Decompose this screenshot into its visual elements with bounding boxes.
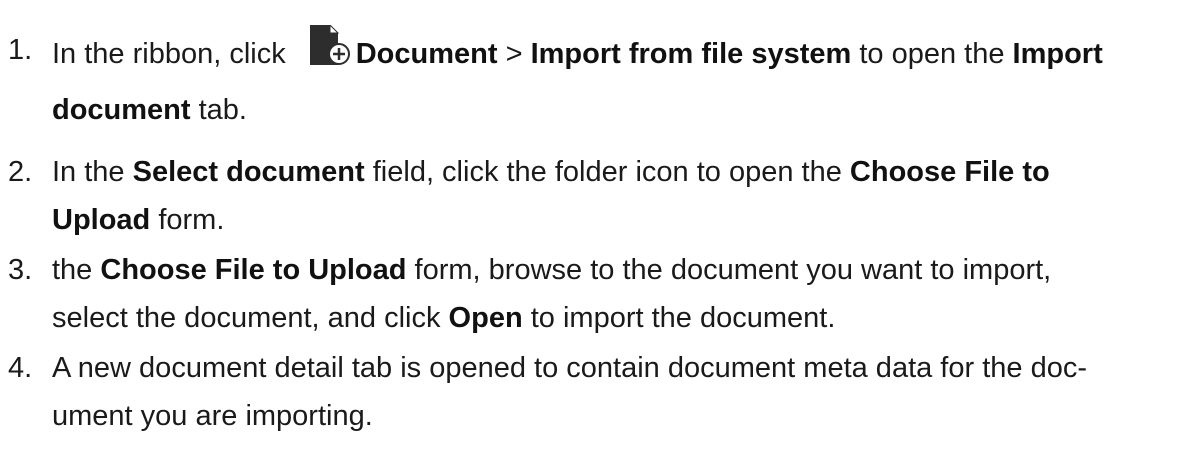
- step-line: the Choose File to Upload form, browse t…: [52, 246, 1172, 294]
- step-line: Upload form.: [52, 196, 1172, 244]
- step-line: ument you are importing.: [52, 392, 1172, 440]
- import-from-file-system-label: Import from file system: [530, 38, 852, 70]
- step-text-segment: A new document detail tab is opened to c…: [52, 352, 1087, 384]
- step-text: A new document detail tab is opened to c…: [52, 344, 1172, 440]
- step-text-segment: form, browse to the document you want to…: [406, 254, 1052, 286]
- step-text: In the Select document field, click the …: [52, 148, 1172, 244]
- document-add-icon: [308, 25, 350, 69]
- step-number: 4.: [8, 352, 33, 384]
- step-text-segment: to import the document.: [522, 302, 836, 334]
- step-text-segment: field, click the folder icon to open the: [364, 156, 850, 188]
- step-text-segment: ument you are importing.: [52, 400, 373, 432]
- step-text: the Choose File to Upload form, browse t…: [52, 246, 1172, 342]
- step-line: document tab.: [52, 86, 1172, 134]
- step-number: 1.: [8, 34, 33, 66]
- step-text-segment: to open the: [851, 38, 1013, 70]
- step-text-segment: form.: [150, 204, 225, 236]
- step-line: select the document, and click Open to i…: [52, 294, 1172, 342]
- import-tab-label: Import: [1012, 38, 1103, 70]
- choose-file-label-cont: Upload: [52, 204, 151, 236]
- choose-file-form-label: Choose File to Upload: [100, 254, 407, 286]
- step-text-segment: In the ribbon, click: [52, 38, 286, 70]
- ribbon-document-label: Document: [355, 38, 498, 70]
- select-document-label: Select document: [132, 156, 365, 188]
- choose-file-label: Choose File to: [849, 156, 1050, 188]
- step-line: In the Select document field, click the …: [52, 148, 1172, 196]
- open-button-label: Open: [448, 302, 523, 334]
- step-line: In the ribbon, click Document > Import f…: [52, 22, 1172, 86]
- step-text-segment: >: [497, 38, 531, 70]
- step-line: A new document detail tab is opened to c…: [52, 344, 1172, 392]
- step-text-segment: In the: [52, 156, 133, 188]
- step-text-segment: the: [52, 254, 101, 286]
- step-text: In the ribbon, click Document > Import f…: [52, 22, 1172, 134]
- step-number: 2.: [8, 156, 33, 188]
- step-text-segment: select the document, and click: [52, 302, 449, 334]
- import-tab-label-cont: document: [52, 94, 191, 126]
- step-text-segment: tab.: [190, 94, 247, 126]
- step-number: 3.: [8, 254, 33, 286]
